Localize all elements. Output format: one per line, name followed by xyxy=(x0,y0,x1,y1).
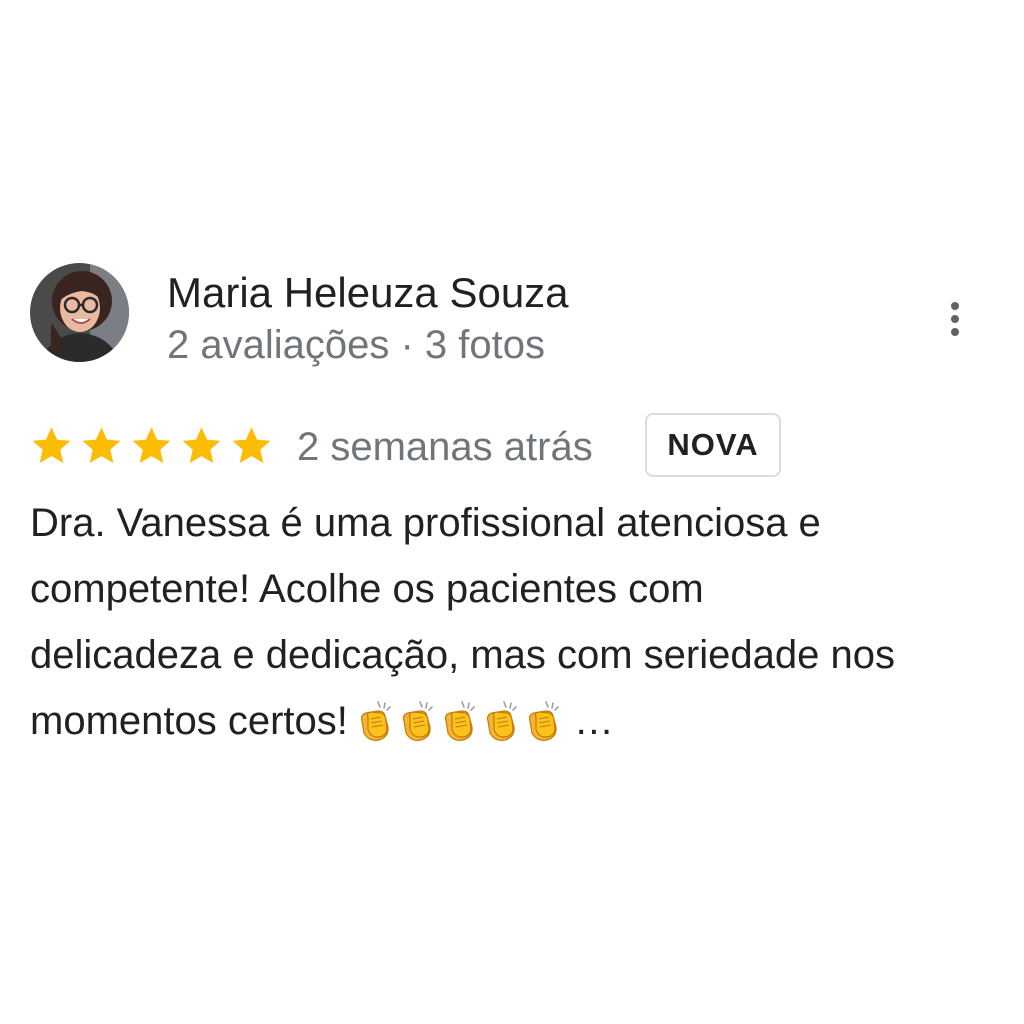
star-icon xyxy=(182,427,221,464)
clapping-hands-icon xyxy=(444,701,475,741)
clapping-hands-icon xyxy=(486,701,517,741)
author-meta: 2 avaliações · 3 fotos xyxy=(167,323,545,367)
author-name[interactable]: Maria Heleuza Souza xyxy=(167,268,569,318)
review-text-line: delicadeza e dedicação, mas com seriedad… xyxy=(30,633,895,677)
review-text-line: competente! Acolhe os pacientes com xyxy=(30,567,704,611)
review-card: Maria Heleuza Souza 2 avaliações · 3 fot… xyxy=(0,0,1024,1024)
review-text-line-last: momentos certos! … xyxy=(30,688,1000,754)
more-options-button[interactable] xyxy=(935,296,975,342)
avatar[interactable] xyxy=(30,263,129,362)
star-icon xyxy=(32,427,71,464)
clapping-hands-icon xyxy=(402,701,433,741)
page: Maria Heleuza Souza 2 avaliações · 3 fot… xyxy=(0,0,1024,1024)
more-text-ellipsis[interactable]: … xyxy=(574,699,614,743)
star-icon xyxy=(232,427,271,464)
user-photo-avatar-icon xyxy=(30,263,129,362)
review-text-line: momentos certos! xyxy=(30,699,348,743)
star-icon xyxy=(132,427,171,464)
more-vert-icon xyxy=(951,302,959,336)
review-text-line: Dra. Vanessa é uma profissional atencios… xyxy=(30,501,821,545)
star-rating xyxy=(30,424,273,468)
clapping-hands-icon xyxy=(528,701,559,741)
clapping-hands-icon xyxy=(360,701,391,741)
clapping-emoji-group xyxy=(354,699,564,743)
new-badge: NOVA xyxy=(645,413,781,477)
star-icon xyxy=(82,427,121,464)
review-text[interactable]: Dra. Vanessa é uma profissional atencios… xyxy=(30,490,1000,754)
review-time: 2 semanas atrás xyxy=(297,425,593,469)
